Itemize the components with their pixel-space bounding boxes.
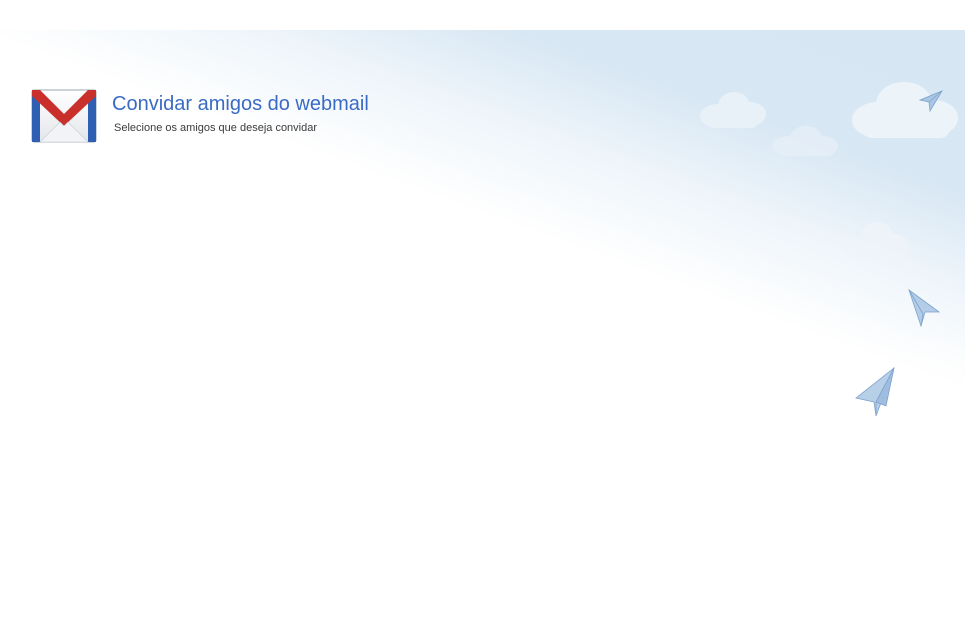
paper-plane-icon bbox=[908, 288, 941, 328]
page-header: Convidar amigos do webmail Selecione os … bbox=[31, 88, 451, 148]
page-title: Convidar amigos do webmail bbox=[112, 93, 369, 115]
invite-friends-page: Convidar amigos do webmail Selecione os … bbox=[0, 0, 965, 637]
cloud-icon bbox=[772, 126, 838, 156]
paper-plane-icon bbox=[918, 90, 943, 113]
paper-plane-icon bbox=[855, 366, 895, 417]
cloud-icon bbox=[700, 92, 766, 128]
cloud-icon bbox=[846, 222, 909, 259]
gmail-envelope-icon bbox=[31, 89, 97, 143]
page-subtitle: Selecione os amigos que deseja convidar bbox=[114, 122, 318, 134]
sky-fade bbox=[0, 330, 965, 440]
